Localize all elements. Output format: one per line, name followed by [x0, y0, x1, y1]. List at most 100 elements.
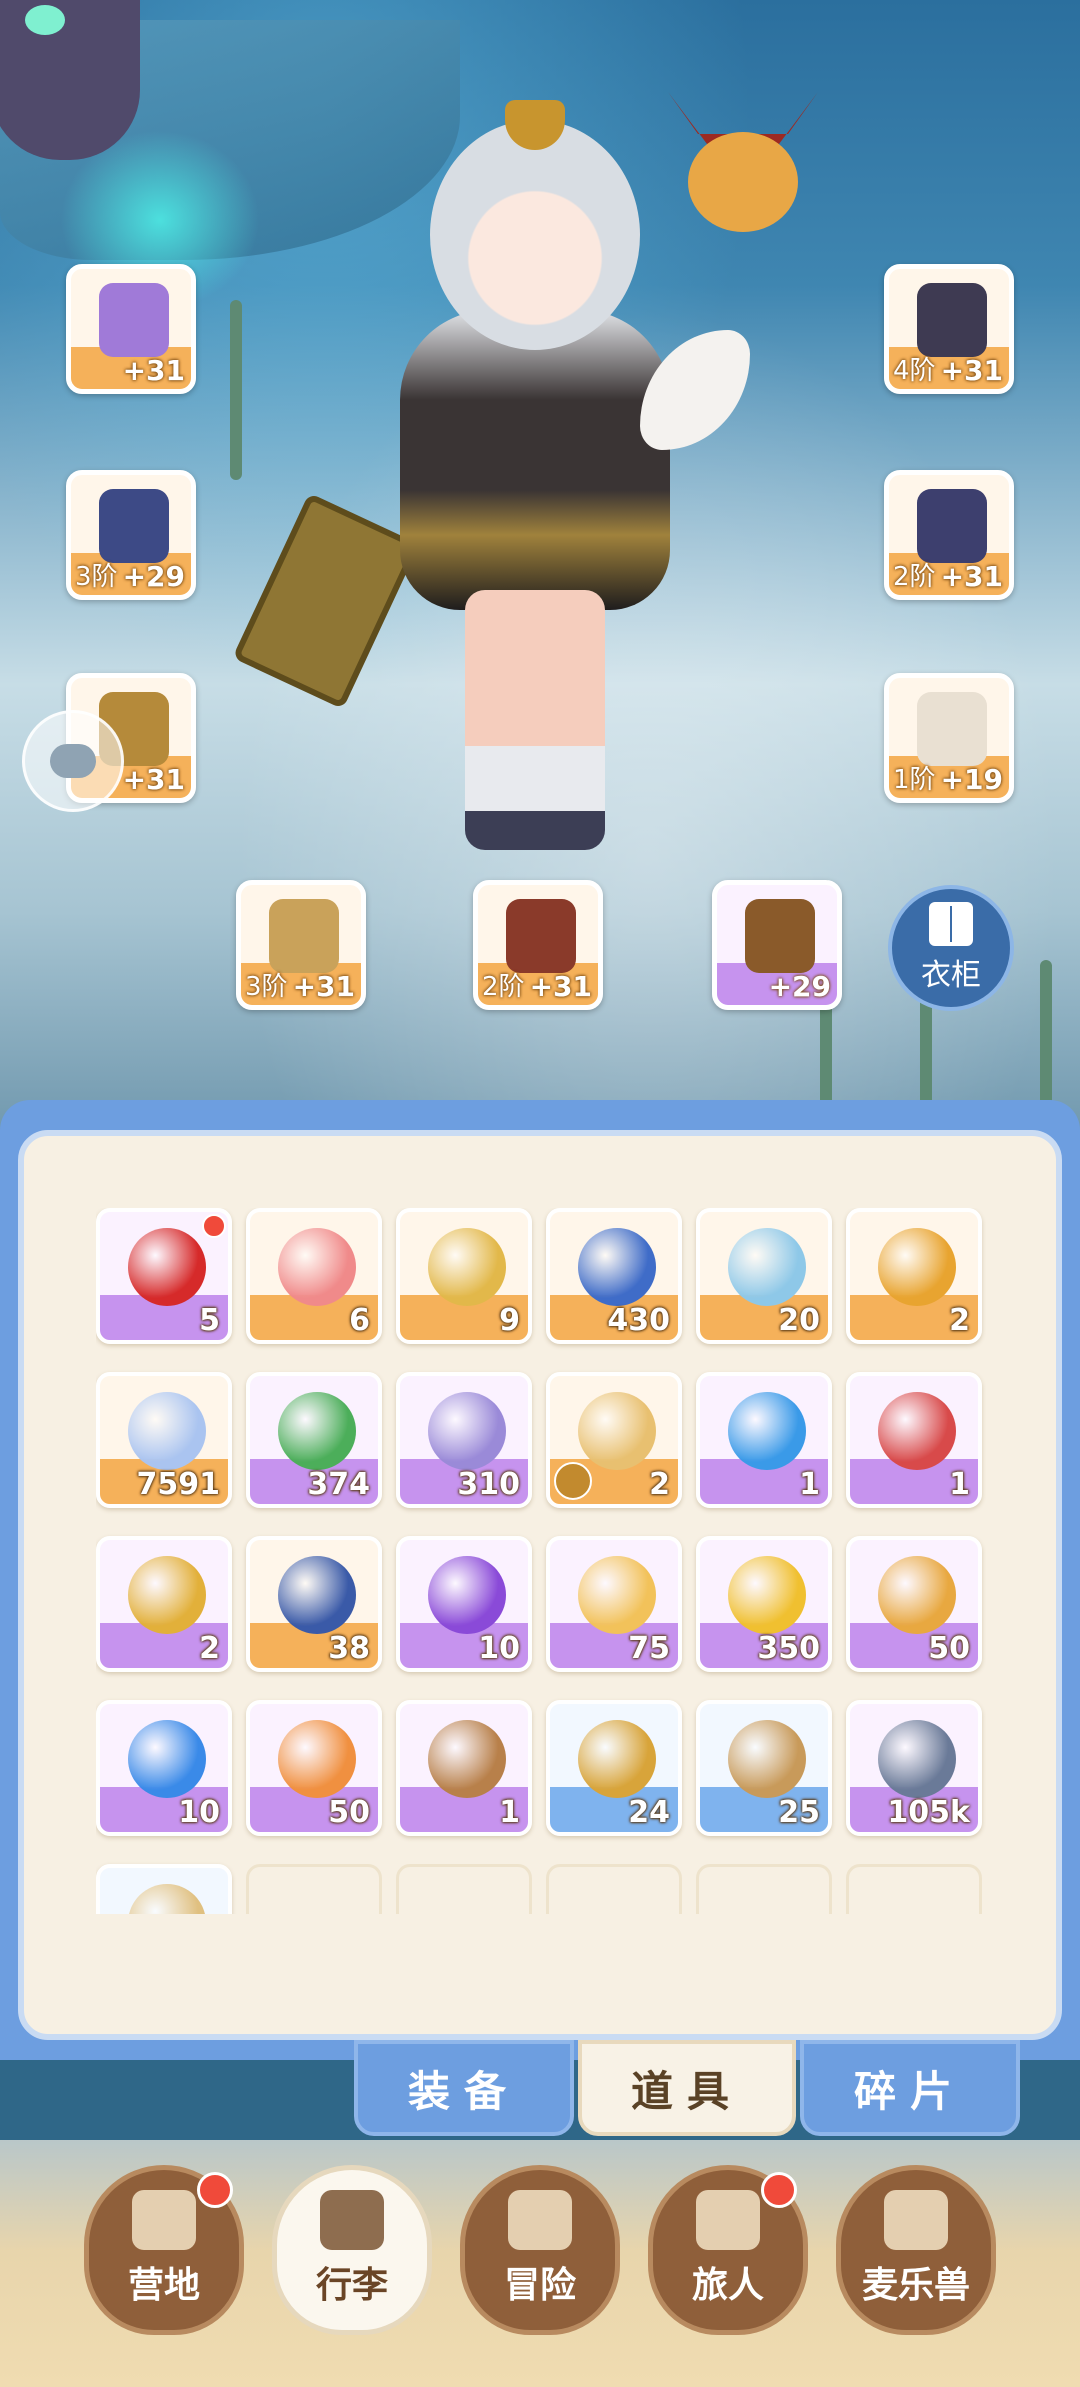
item-slot[interactable]: 6	[246, 1208, 382, 1344]
wardrobe-icon	[929, 902, 973, 946]
item-slot[interactable]: 7591	[96, 1372, 232, 1508]
item-slot-empty[interactable]	[546, 1864, 682, 1914]
ghost-eye	[25, 5, 65, 35]
amulet-icon	[745, 899, 815, 973]
item-count: 24	[628, 1795, 670, 1830]
equip-tier: 3阶	[245, 972, 288, 1002]
tab-2[interactable]: 碎片	[800, 2040, 1020, 2136]
gloves-icon	[917, 489, 987, 563]
nav-label: 营地	[127, 2265, 200, 2306]
chat-button[interactable]	[22, 710, 124, 812]
item-slot[interactable]: 5	[96, 1208, 232, 1344]
character-body	[400, 310, 670, 610]
item-slot-empty[interactable]	[396, 1864, 532, 1914]
necklace-icon	[506, 899, 576, 973]
item-count: 1	[949, 1467, 970, 1502]
character-wing	[640, 330, 750, 450]
item-slot[interactable]: 25	[696, 1700, 832, 1836]
equip-slot-necklace[interactable]: 2阶 +31	[473, 880, 603, 1010]
nav-fox-pet[interactable]: 麦乐兽	[836, 2165, 996, 2335]
equip-tier: 3阶	[75, 562, 118, 592]
item-icon	[578, 1720, 656, 1798]
wardrobe-label: 衣柜	[921, 958, 981, 993]
equip-tier: 2阶	[893, 562, 936, 592]
item-slot[interactable]: 10	[96, 1700, 232, 1836]
equip-slot-ring[interactable]: 3阶 +31	[236, 880, 366, 1010]
item-slot[interactable]: 2	[96, 1536, 232, 1672]
item-slot[interactable]	[96, 1864, 232, 1914]
item-slot-empty[interactable]	[246, 1864, 382, 1914]
item-slot[interactable]: 38	[246, 1536, 382, 1672]
tab-0[interactable]: 装备	[354, 2040, 574, 2136]
item-slot[interactable]: 1	[396, 1700, 532, 1836]
item-slot[interactable]: 1	[696, 1372, 832, 1508]
backpack-icon	[320, 2190, 384, 2250]
nav-backpack[interactable]: 行李	[272, 2165, 432, 2335]
item-icon	[578, 1228, 656, 1306]
ring-icon	[269, 899, 339, 973]
equip-slot-armor[interactable]: 3阶 +29	[66, 470, 196, 600]
item-count: 5	[199, 1303, 220, 1338]
tab-1[interactable]: 道具	[578, 2040, 796, 2136]
item-slot[interactable]: 2	[846, 1208, 982, 1344]
item-slot[interactable]: 374	[246, 1372, 382, 1508]
item-slot[interactable]: 350	[696, 1536, 832, 1672]
item-icon	[428, 1228, 506, 1306]
item-count: 25	[778, 1795, 820, 1830]
item-slot[interactable]: 2	[546, 1372, 682, 1508]
equip-slot-boots[interactable]: 1阶 +19	[884, 673, 1014, 803]
item-icon	[878, 1228, 956, 1306]
item-slot[interactable]: 1	[846, 1372, 982, 1508]
equip-tier: 2阶	[482, 972, 525, 1002]
item-icon	[278, 1720, 356, 1798]
item-slot[interactable]: 75	[546, 1536, 682, 1672]
equip-slot-staff[interactable]: +31	[66, 264, 196, 394]
item-slot[interactable]: 310	[396, 1372, 532, 1508]
item-icon	[878, 1556, 956, 1634]
item-slot-empty[interactable]	[846, 1864, 982, 1914]
item-count: 1	[499, 1795, 520, 1830]
item-count: 2	[199, 1631, 220, 1666]
item-icon	[278, 1392, 356, 1470]
item-slot-empty[interactable]	[696, 1864, 832, 1914]
equip-slot-gloves[interactable]: 2阶 +31	[884, 470, 1014, 600]
nav-traveler[interactable]: 旅人	[648, 2165, 808, 2335]
item-icon	[128, 1556, 206, 1634]
item-count: 310	[457, 1467, 520, 1502]
equip-slot-amulet[interactable]: +29	[712, 880, 842, 1010]
item-count: 50	[928, 1631, 970, 1666]
character-hammer	[232, 492, 420, 710]
new-badge-dot	[202, 1214, 226, 1238]
staff-icon	[99, 283, 169, 357]
item-slot[interactable]: 24	[546, 1700, 682, 1836]
item-count: 7591	[136, 1467, 221, 1502]
item-count: 20	[778, 1303, 820, 1338]
item-slot[interactable]: 50	[246, 1700, 382, 1836]
nav-label: 行李	[315, 2265, 388, 2306]
item-slot[interactable]: 50	[846, 1536, 982, 1672]
crossed-swords-icon	[508, 2190, 572, 2250]
nav-crossed-swords[interactable]: 冒险	[460, 2165, 620, 2335]
item-icon	[578, 1556, 656, 1634]
nav-castle[interactable]: 营地	[84, 2165, 244, 2335]
player-character[interactable]	[232, 90, 750, 950]
item-count: 2	[949, 1303, 970, 1338]
item-count: 75	[628, 1631, 670, 1666]
equip-level: +29	[122, 560, 185, 593]
equip-slot-helmet[interactable]: 4阶 +31	[884, 264, 1014, 394]
nav-label: 麦乐兽	[861, 2265, 970, 2306]
item-count: 1	[799, 1467, 820, 1502]
item-slot[interactable]: 430	[546, 1208, 682, 1344]
item-grid[interactable]: 5 6 9 430 20 2 7591 374 310 2 1 1 2 38 10 75 350 50 10 50 1 2…	[96, 1208, 986, 1914]
item-slot[interactable]: 9	[396, 1208, 532, 1344]
item-count: 10	[478, 1631, 520, 1666]
item-icon	[578, 1392, 656, 1470]
item-slot[interactable]: 10	[396, 1536, 532, 1672]
equip-level: +31	[122, 354, 185, 387]
item-count: 105k	[887, 1795, 970, 1830]
wardrobe-button[interactable]: 衣柜	[888, 885, 1014, 1011]
equip-tier: 1阶	[893, 765, 936, 795]
item-slot[interactable]: 20	[696, 1208, 832, 1344]
item-slot[interactable]: 105k	[846, 1700, 982, 1836]
equip-level: +29	[768, 970, 831, 1003]
